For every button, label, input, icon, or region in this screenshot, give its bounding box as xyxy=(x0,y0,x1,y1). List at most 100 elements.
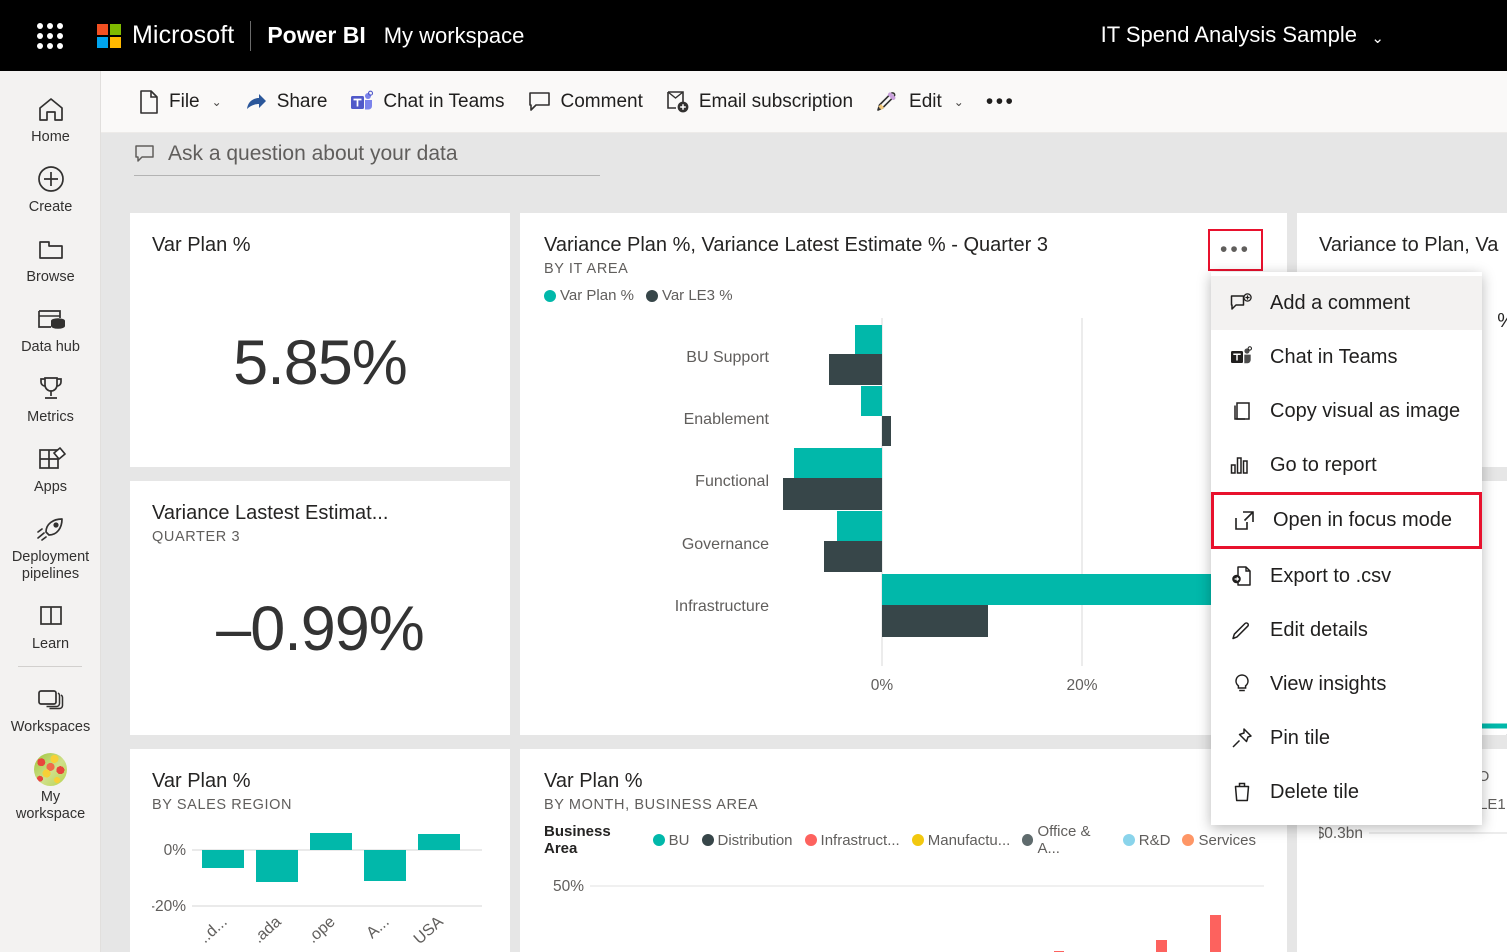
powerbi-brand[interactable]: Power BI xyxy=(267,22,365,49)
share-label: Share xyxy=(276,90,328,112)
legend-label: Distribution xyxy=(717,831,793,849)
tile-title: Variance to Plan, Va xyxy=(1319,234,1499,256)
file-menu-button[interactable]: File ⌄ xyxy=(127,82,233,122)
folder-icon xyxy=(2,232,99,266)
rocket-icon xyxy=(2,512,99,546)
menu-item-chat-in-teams[interactable]: Chat in Teams xyxy=(1211,330,1482,384)
pencil-icon xyxy=(877,92,896,111)
legend-entry-bu[interactable]: BU xyxy=(652,831,690,849)
edit-button[interactable]: Edit ⌄ xyxy=(864,82,975,122)
sidebar-item-data-hub[interactable]: Data hub xyxy=(0,293,100,363)
legend-entry-manufacturing[interactable]: Manufactu... xyxy=(911,832,1010,849)
x-tick-5: USA xyxy=(411,913,447,943)
focus-mode-icon xyxy=(1232,510,1257,531)
sidebar-item-my-workspace[interactable]: My workspace xyxy=(0,743,100,830)
app-launcher-icon[interactable] xyxy=(28,14,72,58)
tile-var-plan-by-sales-region[interactable]: Var Plan % BY SALES REGION 0% -20% ...d.… xyxy=(130,749,510,952)
sidebar-item-apps[interactable]: Apps xyxy=(0,433,100,503)
sidebar-item-metrics[interactable]: Metrics xyxy=(0,363,100,433)
sidebar-item-home[interactable]: Home xyxy=(0,83,100,153)
tile-variance-by-it-area[interactable]: Variance Plan %, Variance Latest Estimat… xyxy=(520,213,1287,735)
report-title[interactable]: IT Spend Analysis Sample xyxy=(1101,22,1357,48)
menu-item-edit-details[interactable]: Edit details xyxy=(1211,603,1482,657)
sidebar-item-label: Learn xyxy=(31,636,70,652)
y-tick-03bn: $0.3bn xyxy=(1319,825,1363,842)
cat-label-functional: Functional xyxy=(695,473,769,490)
month-scenario-chart: $0.3bn xyxy=(1319,825,1507,842)
it-area-bar-chart: BU Support Enablement Functional Governa… xyxy=(675,318,1264,694)
copy-icon xyxy=(1229,400,1254,422)
pencil-icon xyxy=(1229,619,1254,641)
menu-item-label: Export to .csv xyxy=(1270,564,1392,587)
tile-kpi-variance-latest-estimate[interactable]: Variance Lastest Estimat... QUARTER 3 –0… xyxy=(130,481,510,735)
menu-item-label: Delete tile xyxy=(1270,780,1359,803)
menu-item-label: Add a comment xyxy=(1270,291,1411,314)
tile-title: Var Plan % xyxy=(152,234,251,256)
legend-label: Infrastruct... xyxy=(820,831,900,849)
sidebar-item-label: Create xyxy=(28,199,73,215)
cat-label-governance: Governance xyxy=(682,536,769,553)
file-label: File xyxy=(169,90,200,112)
avatar xyxy=(34,752,67,786)
comment-label: Comment xyxy=(560,90,643,112)
legend-entry-office[interactable]: Office & A... xyxy=(1022,823,1111,857)
menu-item-add-a-comment[interactable]: Add a comment xyxy=(1211,276,1482,330)
bar-region-3 xyxy=(310,833,352,850)
breadcrumb-workspace[interactable]: My workspace xyxy=(384,23,525,49)
more-options-button[interactable]: ••• xyxy=(975,82,1027,122)
chevron-down-icon: ⌄ xyxy=(211,94,222,109)
qna-bar: Ask a question about your data xyxy=(101,133,1507,196)
trash-icon xyxy=(1229,781,1254,803)
menu-item-view-insights[interactable]: View insights xyxy=(1211,657,1482,711)
legend-swatch-icon xyxy=(1022,834,1034,846)
tile-var-plan-by-month-business-area[interactable]: Var Plan % BY MONTH, BUSINESS AREA Busin… xyxy=(520,749,1287,952)
email-subscription-button[interactable]: Email subscription xyxy=(654,82,864,122)
menu-item-delete-tile[interactable]: Delete tile xyxy=(1211,765,1482,819)
legend-entry-var-le3[interactable]: Var LE3 % xyxy=(645,287,733,304)
month-business-area-chart: 50% xyxy=(553,878,1264,952)
share-button[interactable]: Share xyxy=(233,82,339,122)
menu-item-label: Chat in Teams xyxy=(1270,345,1398,368)
menu-item-open-in-focus-mode[interactable]: Open in focus mode xyxy=(1211,492,1482,549)
chevron-down-icon[interactable]: ⌄ xyxy=(1371,29,1384,47)
legend-entry-infrastructure[interactable]: Infrastruct... xyxy=(804,831,900,849)
sidebar-item-deployment-pipelines[interactable]: Deployment pipelines xyxy=(0,503,100,590)
kpi-value: –0.99% xyxy=(216,594,425,664)
legend-label: LE1 xyxy=(1479,796,1506,813)
menu-item-copy-visual-as-image[interactable]: Copy visual as image xyxy=(1211,384,1482,438)
bar-bu-support-var-le3 xyxy=(829,354,882,385)
tile-context-menu: Add a comment Chat in Teams Copy visual … xyxy=(1211,272,1482,825)
menu-item-pin-tile[interactable]: Pin tile xyxy=(1211,711,1482,765)
chat-in-teams-button[interactable]: Chat in Teams xyxy=(338,82,515,122)
sidebar-item-browse[interactable]: Browse xyxy=(0,223,100,293)
legend-entry-services[interactable]: Services xyxy=(1182,832,1256,849)
teams-icon xyxy=(1229,346,1254,368)
tile-more-options-button[interactable]: ••• xyxy=(1208,229,1263,271)
file-icon xyxy=(140,89,158,114)
legend-entry-distribution[interactable]: Distribution xyxy=(701,831,793,849)
comment-add-icon xyxy=(1229,292,1254,314)
legend-label: BU xyxy=(668,831,690,849)
sidebar-item-workspaces[interactable]: Workspaces xyxy=(0,673,100,743)
chart-legend: Business Area BU Distribution Infrastruc… xyxy=(544,823,1263,857)
edit-label: Edit xyxy=(909,90,942,112)
lightbulb-icon xyxy=(1229,673,1254,695)
tile-kpi-var-plan[interactable]: Var Plan % 5.85% xyxy=(130,213,510,467)
sidebar-item-learn[interactable]: Learn xyxy=(0,590,100,660)
sidebar-item-label: Workspaces xyxy=(10,719,91,735)
menu-item-export-to-csv[interactable]: Export to .csv xyxy=(1211,549,1482,603)
bar-infrastructure-var-plan xyxy=(882,574,1264,605)
comment-button[interactable]: Comment xyxy=(516,82,654,122)
sidebar-item-create[interactable]: Create xyxy=(0,153,100,223)
qna-chat-icon xyxy=(135,145,154,162)
sidebar-item-label: Apps xyxy=(33,479,68,495)
comment-icon xyxy=(528,92,550,111)
menu-item-go-to-report[interactable]: Go to report xyxy=(1211,438,1482,492)
qna-input[interactable]: Ask a question about your data xyxy=(134,142,600,176)
legend-entry-rnd[interactable]: R&D xyxy=(1122,832,1170,849)
microsoft-logo-icon xyxy=(97,23,121,48)
legend-entry-var-plan[interactable]: Var Plan % xyxy=(544,287,634,304)
apps-icon xyxy=(2,442,99,476)
legend-title: Business Area xyxy=(544,823,611,857)
y-tick-neg20: -20% xyxy=(152,898,186,915)
